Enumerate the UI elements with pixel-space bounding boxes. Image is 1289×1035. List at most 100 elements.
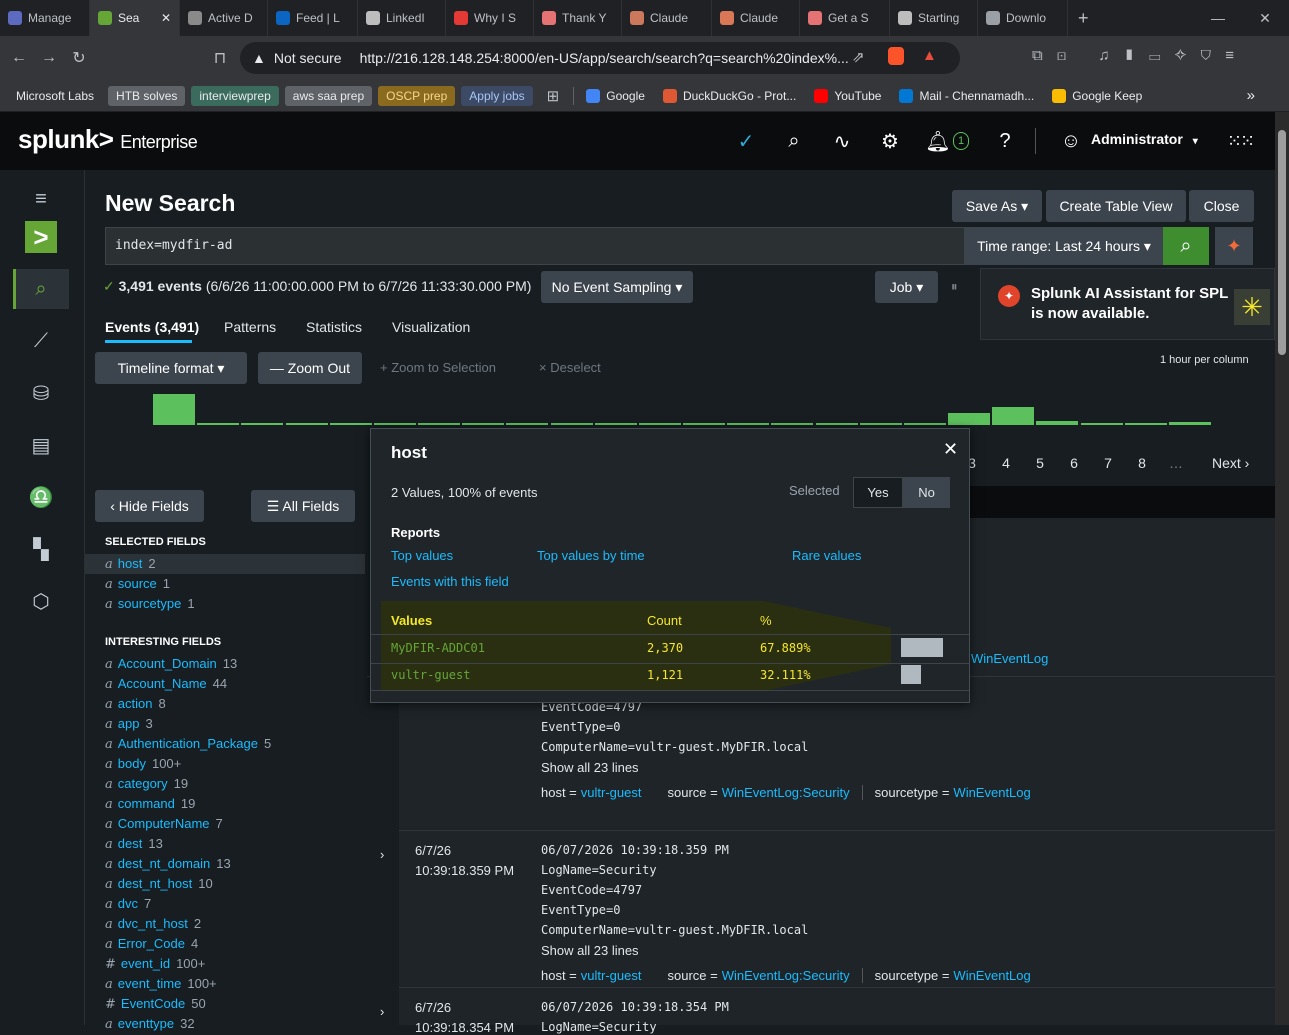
timeline-bar[interactable] xyxy=(153,394,196,425)
zoom-out-button[interactable]: — Zoom Out xyxy=(258,352,362,384)
timeline-bar[interactable] xyxy=(683,423,726,425)
close-button[interactable]: Close xyxy=(1189,190,1254,222)
field-item[interactable]: a command 19 xyxy=(105,796,195,812)
search-query-input[interactable]: index=mydfir-ad xyxy=(105,227,965,265)
browser-tab[interactable]: Thank Y xyxy=(534,0,622,36)
search-nav-icon[interactable]: ⌕ xyxy=(28,276,54,302)
source-value[interactable]: WinEventLog:Security xyxy=(722,968,850,983)
splunk-logo[interactable]: splunk> Enterprise xyxy=(18,124,198,155)
field-name[interactable]: EventCode xyxy=(121,996,185,1011)
timeline-bar[interactable] xyxy=(1168,422,1211,425)
close-tab-icon[interactable]: ✕ xyxy=(161,11,171,25)
datasets-cube-icon[interactable]: ⬡ xyxy=(28,588,54,614)
field-name[interactable]: app xyxy=(118,716,140,731)
sourcetype-value[interactable]: WinEventLog xyxy=(971,651,1048,666)
result-tab[interactable]: Patterns xyxy=(224,319,276,335)
user-menu[interactable]: Administrator ▾ xyxy=(1091,131,1198,147)
ai-badge-icon[interactable]: ✳ xyxy=(1234,289,1270,325)
selected-yes-toggle[interactable]: Yes xyxy=(853,477,903,508)
popup-close-icon[interactable]: ✕ xyxy=(943,439,958,460)
page-link[interactable]: … xyxy=(1169,455,1183,475)
pause-icon[interactable]: ⏸ xyxy=(951,279,958,295)
field-item[interactable]: a category 19 xyxy=(105,776,188,792)
bookmark-folder[interactable]: Microsoft Labs xyxy=(8,86,102,106)
host-value-link[interactable]: MyDFIR-ADDC01 xyxy=(391,641,485,655)
analytics-chart-icon[interactable]: ⟋ xyxy=(28,328,54,354)
timeline-bar[interactable] xyxy=(638,423,681,425)
zoom-to-selection-button[interactable]: + Zoom to Selection xyxy=(380,360,496,375)
scrollbar-thumb[interactable] xyxy=(1278,130,1286,355)
field-item[interactable]: a dvc_nt_host 2 xyxy=(105,916,201,932)
brave-rewards-icon[interactable]: ▲ xyxy=(922,47,937,64)
field-item[interactable]: a dest 13 xyxy=(105,836,163,852)
hamburger-menu-icon[interactable]: ≡ xyxy=(28,186,54,212)
search-submit-button[interactable]: ⌕ xyxy=(1163,227,1209,265)
timeline-bar[interactable] xyxy=(373,423,416,425)
save-as-button[interactable]: Save As ▾ xyxy=(952,190,1042,222)
next-page-link[interactable]: Next › xyxy=(1212,455,1249,471)
field-name[interactable]: command xyxy=(118,796,175,811)
top-values-link[interactable]: Top values xyxy=(391,548,453,563)
browser-tab[interactable]: Starting xyxy=(890,0,978,36)
page-link[interactable]: 6 xyxy=(1067,455,1081,475)
bookmark-link[interactable]: YouTube xyxy=(808,88,887,103)
timeline-bar[interactable] xyxy=(462,423,505,425)
timeline-bar[interactable] xyxy=(285,423,328,425)
event-sampling-dropdown[interactable]: No Event Sampling ▾ xyxy=(541,271,693,303)
browser-tab[interactable]: Get a S xyxy=(800,0,890,36)
create-table-view-button[interactable]: Create Table View xyxy=(1046,190,1186,222)
browser-tab[interactable]: LinkedI xyxy=(358,0,446,36)
bookmark-folder[interactable]: interviewprep xyxy=(191,85,279,106)
field-item[interactable]: a body 100+ xyxy=(105,756,181,772)
field-name[interactable]: dest_nt_host xyxy=(118,876,192,891)
field-name[interactable]: source xyxy=(118,576,157,591)
field-item[interactable]: a Account_Domain 13 xyxy=(105,656,237,672)
browser-tab[interactable]: Why I S xyxy=(446,0,534,36)
deselect-button[interactable]: × Deselect xyxy=(539,360,601,375)
browser-tab[interactable]: Sea ✕ xyxy=(90,0,180,36)
brave-shield-icon[interactable] xyxy=(888,47,904,65)
time-range-picker[interactable]: Time range: Last 24 hours ▾ xyxy=(965,227,1163,265)
bookmark-link[interactable]: DuckDuckGo - Prot... xyxy=(657,88,802,103)
timeline-bar[interactable] xyxy=(948,413,991,425)
field-name[interactable]: Authentication_Package xyxy=(118,736,258,751)
field-name[interactable]: host xyxy=(118,556,143,571)
field-name[interactable]: eventtype xyxy=(118,1016,174,1031)
field-item[interactable]: a source 1 xyxy=(105,576,170,592)
bookmark-folder[interactable]: Apply jobs xyxy=(461,85,533,106)
result-tab[interactable]: Events (3,491) xyxy=(105,319,199,335)
timeline-bar[interactable] xyxy=(992,407,1035,425)
activity-icon[interactable]: ∿ xyxy=(829,128,855,154)
field-name[interactable]: category xyxy=(118,776,168,791)
host-value[interactable]: vultr-guest xyxy=(581,968,642,983)
field-name[interactable]: Account_Domain xyxy=(118,656,217,671)
timeline-bar[interactable] xyxy=(197,423,240,425)
timeline-bar[interactable] xyxy=(771,423,814,425)
share-icon[interactable]: ⇗ xyxy=(852,48,865,66)
close-window-icon[interactable]: ✕ xyxy=(1241,0,1289,36)
timeline-bar[interactable] xyxy=(329,423,372,425)
browser-tab[interactable]: Claude xyxy=(712,0,800,36)
bookmark-folder[interactable]: aws saa prep xyxy=(284,85,373,106)
field-item[interactable]: a Error_Code 4 xyxy=(105,936,198,952)
hide-fields-button[interactable]: ‹ Hide Fields xyxy=(95,490,204,522)
timeline-bar[interactable] xyxy=(594,423,637,425)
field-item[interactable]: a app 3 xyxy=(105,716,153,732)
field-name[interactable]: Error_Code xyxy=(118,936,185,951)
field-item[interactable]: a ComputerName 7 xyxy=(105,816,223,832)
field-item[interactable]: # event_id 100+ xyxy=(105,956,205,972)
health-check-icon[interactable]: ✓ xyxy=(733,128,759,154)
new-tab-icon[interactable]: + xyxy=(1078,8,1089,29)
bookmark-folder[interactable]: HTB solves xyxy=(108,85,186,106)
ai-assistant-button[interactable]: ✦ xyxy=(1215,227,1253,265)
browser-tab[interactable]: Manage xyxy=(0,0,90,36)
timeline-bar[interactable] xyxy=(815,423,858,425)
timeline-bar[interactable] xyxy=(418,423,461,425)
field-item[interactable]: a dest_nt_domain 13 xyxy=(105,856,231,872)
field-name[interactable]: dvc xyxy=(118,896,138,911)
show-all-lines-link[interactable]: Show all 23 lines xyxy=(541,760,639,775)
page-link[interactable]: 4 xyxy=(999,455,1013,475)
field-name[interactable]: dvc_nt_host xyxy=(118,916,188,931)
bookmark-link[interactable]: Google Keep xyxy=(1046,88,1148,103)
page-link[interactable]: 7 xyxy=(1101,455,1115,475)
